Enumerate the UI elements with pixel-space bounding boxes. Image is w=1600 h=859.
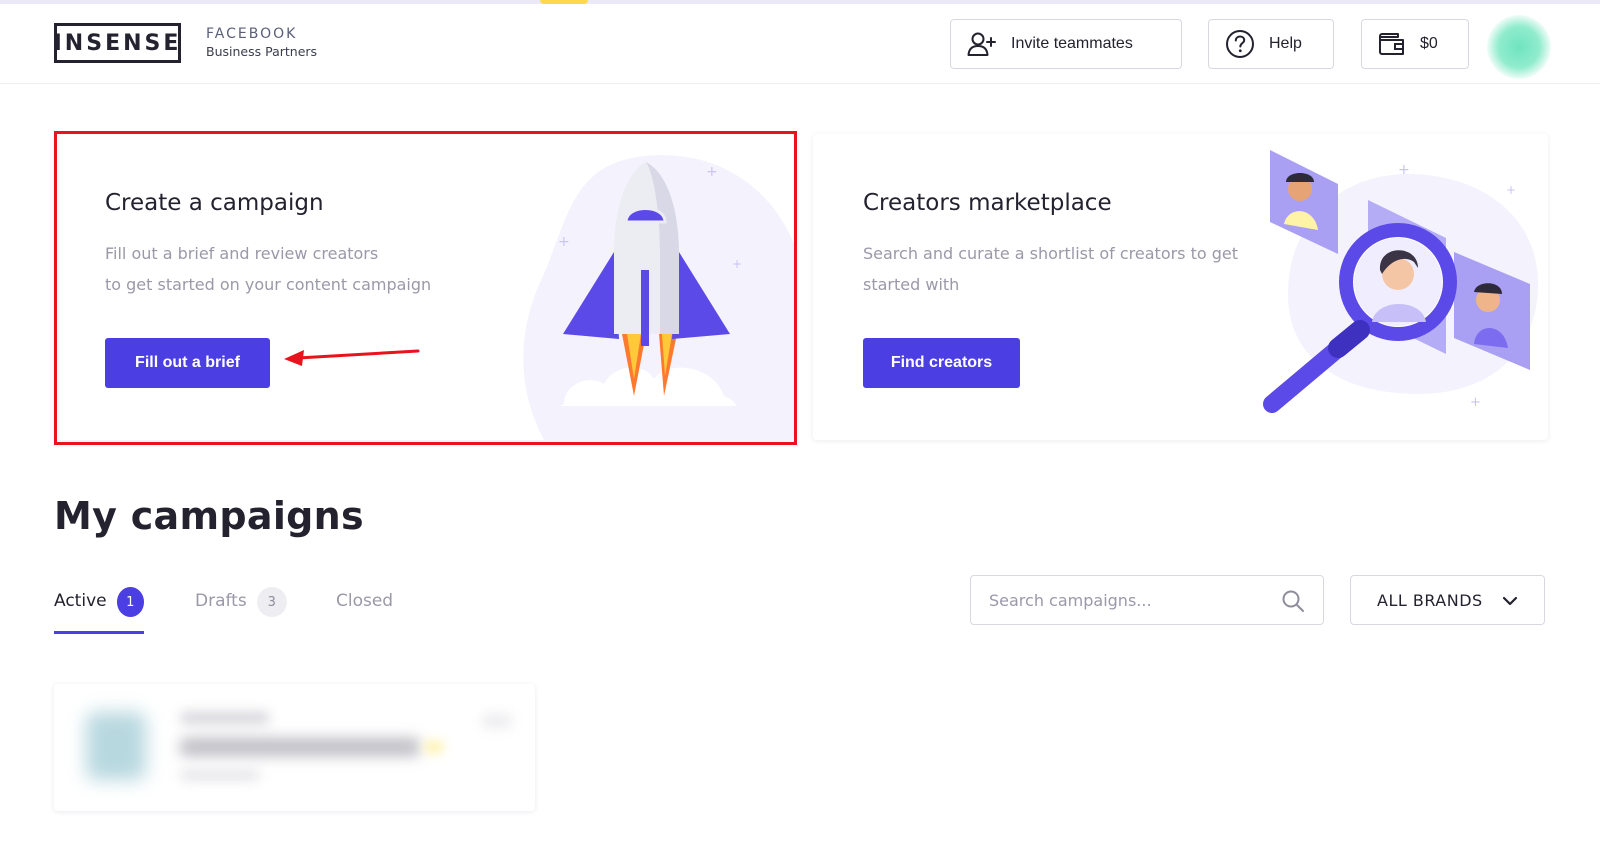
active-count-badge: 1 xyxy=(116,587,144,617)
find-creators-button[interactable]: Find creators xyxy=(863,338,1020,388)
search-campaigns-input[interactable] xyxy=(989,576,1269,624)
search-icon[interactable] xyxy=(1281,589,1305,613)
tab-closed[interactable]: Closed xyxy=(336,582,393,634)
svg-text:+: + xyxy=(1470,395,1481,410)
creators-marketplace-card: Creators marketplace Search and curate a… xyxy=(813,134,1548,440)
invite-teammates-button[interactable]: Invite teammates xyxy=(950,19,1182,69)
campaign-card-blurred[interactable] xyxy=(54,684,535,811)
marketplace-description: Search and curate a shortlist of creator… xyxy=(863,238,1243,300)
market-desc-line-2: started with xyxy=(863,275,960,294)
create-campaign-description: Fill out a brief and review creators to … xyxy=(105,238,485,300)
campaign-meta-placeholder xyxy=(180,770,260,780)
balance-button[interactable]: $0 xyxy=(1361,19,1469,69)
help-label: Help xyxy=(1269,35,1302,52)
create-campaign-title: Create a campaign xyxy=(105,190,324,216)
svg-text:+: + xyxy=(1398,162,1410,178)
tab-drafts[interactable]: Drafts 3 xyxy=(195,582,287,634)
invite-label: Invite teammates xyxy=(1011,35,1133,52)
tab-active-label: Active xyxy=(54,591,107,611)
partner-subtitle: Business Partners xyxy=(206,44,318,59)
svg-text:+: + xyxy=(706,164,718,180)
add-user-icon xyxy=(967,32,996,56)
search-campaigns-box xyxy=(970,575,1324,625)
campaign-brand-placeholder xyxy=(180,712,270,724)
user-avatar[interactable] xyxy=(1487,15,1551,79)
marketplace-title: Creators marketplace xyxy=(863,190,1112,216)
svg-text:+: + xyxy=(732,257,742,271)
create-desc-line-1: Fill out a brief and review creators xyxy=(105,244,379,263)
my-campaigns-title: My campaigns xyxy=(54,494,364,538)
magnifier-creators-illustration: + + + xyxy=(1263,150,1538,413)
pointer-arrow xyxy=(284,349,420,366)
create-desc-line-2: to get started on your content campaign xyxy=(105,275,432,294)
app-header: INSENSE FACEBOOK Business Partners Invit… xyxy=(0,4,1600,84)
market-desc-line-1: Search and curate a shortlist of creator… xyxy=(863,244,1239,263)
rocket-illustration: + + + xyxy=(523,155,794,440)
help-button[interactable]: Help xyxy=(1208,19,1334,69)
brands-filter-value: ALL BRANDS xyxy=(1377,590,1483,610)
tab-drafts-label: Drafts xyxy=(195,591,247,611)
drafts-count-badge: 3 xyxy=(256,587,287,617)
facebook-partner-badge: FACEBOOK Business Partners xyxy=(206,26,317,59)
svg-text:+: + xyxy=(1506,183,1516,197)
campaign-status-placeholder xyxy=(424,740,444,754)
insense-logo[interactable]: INSENSE xyxy=(54,23,181,63)
wallet-icon xyxy=(1379,33,1404,55)
balance-amount: $0 xyxy=(1420,35,1438,52)
campaign-thumbnail xyxy=(86,712,146,780)
fill-out-brief-button[interactable]: Fill out a brief xyxy=(105,338,270,388)
tab-closed-label: Closed xyxy=(336,591,394,611)
create-campaign-card: Create a campaign Fill out a brief and r… xyxy=(55,134,794,440)
chevron-down-icon xyxy=(1502,596,1518,606)
partner-title: FACEBOOK xyxy=(206,26,298,42)
campaign-name-placeholder xyxy=(180,738,420,756)
campaign-menu-placeholder xyxy=(482,714,512,728)
tab-active[interactable]: Active 1 xyxy=(54,582,144,634)
help-icon xyxy=(1226,30,1254,58)
brands-filter-dropdown[interactable]: ALL BRANDS xyxy=(1350,575,1545,625)
svg-text:+: + xyxy=(558,234,570,250)
